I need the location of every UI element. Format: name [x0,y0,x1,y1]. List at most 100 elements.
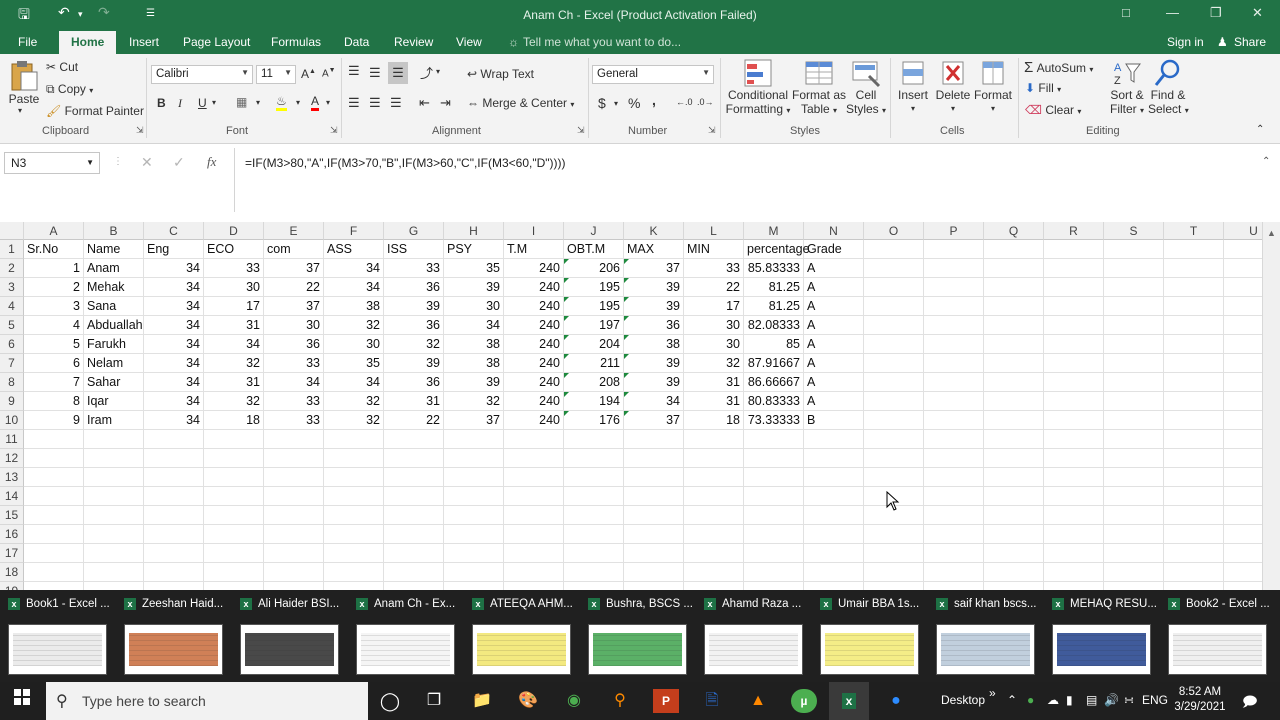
word-doc-icon[interactable]: 🗎 [699,689,725,713]
table-cell[interactable]: 34 [144,316,204,335]
empty-cell[interactable] [384,525,444,544]
empty-cell[interactable] [684,449,744,468]
row-header-4[interactable]: 4 [0,297,24,316]
table-cell[interactable]: 32 [204,392,264,411]
header-cell[interactable]: Sr.No [24,240,84,259]
empty-cell[interactable] [24,468,84,487]
clock[interactable]: 8:52 AM 3/29/2021 [1170,685,1230,715]
empty-cell[interactable] [384,468,444,487]
copy-button[interactable]: ⧉ Copy ▾ [46,82,93,97]
table-cell[interactable]: 240 [504,354,564,373]
table-cell[interactable]: 81.25 [744,297,804,316]
fill-color-icon[interactable]: ♨ [276,94,287,111]
powerpoint-icon[interactable]: P [653,689,679,713]
table-cell[interactable]: 206 [564,259,624,278]
row-header-2[interactable]: 2 [0,259,24,278]
format-painter-button[interactable]: 🖌 Format Painter [46,104,144,118]
table-cell[interactable]: 8 [24,392,84,411]
empty-cell[interactable] [564,544,624,563]
empty-cell[interactable] [924,487,984,506]
taskbar-thumbnail[interactable]: x MEHAQ RESU... [1044,590,1160,682]
italic-button[interactable]: I [178,96,182,111]
empty-cell[interactable] [864,582,924,590]
table-cell[interactable]: 211 [564,354,624,373]
tab-view[interactable]: View [456,35,482,49]
empty-cell[interactable] [504,582,564,590]
table-cell[interactable]: 34 [144,335,204,354]
taskbar-thumbnail[interactable]: x ATEEQA AHM... [464,590,580,682]
column-header-d[interactable]: D [204,222,264,240]
fill-color-dropdown-icon[interactable]: ▾ [296,98,300,107]
header-cell[interactable]: ECO [204,240,264,259]
empty-cell[interactable] [444,563,504,582]
empty-cell[interactable] [84,506,144,525]
empty-cell[interactable] [984,449,1044,468]
empty-cell[interactable] [84,468,144,487]
table-cell[interactable]: B [804,411,864,430]
empty-cell[interactable] [744,563,804,582]
empty-cell[interactable] [804,487,864,506]
empty-cell[interactable] [864,240,924,259]
header-cell[interactable]: OBT.M [564,240,624,259]
orientation-dropdown-icon[interactable]: ▾ [436,67,440,76]
table-cell[interactable]: 22 [684,278,744,297]
table-cell[interactable]: 3 [24,297,84,316]
empty-cell[interactable] [84,525,144,544]
empty-cell[interactable] [1044,449,1104,468]
table-cell[interactable]: 240 [504,297,564,316]
empty-cell[interactable] [984,487,1044,506]
tab-insert[interactable]: Insert [129,35,159,49]
empty-cell[interactable] [1044,278,1104,297]
row-header-19[interactable]: 19 [0,582,24,590]
empty-cell[interactable] [24,563,84,582]
table-cell[interactable]: 1 [24,259,84,278]
empty-cell[interactable] [984,278,1044,297]
table-cell[interactable]: 34 [324,373,384,392]
empty-cell[interactable] [864,430,924,449]
table-cell[interactable]: 240 [504,259,564,278]
empty-cell[interactable] [264,582,324,590]
zoom-icon[interactable]: ● [883,689,909,713]
empty-cell[interactable] [1044,525,1104,544]
table-cell[interactable]: 35 [324,354,384,373]
scroll-up-icon[interactable]: ▲ [1267,228,1276,238]
empty-cell[interactable] [1104,316,1164,335]
table-cell[interactable]: Mehak [84,278,144,297]
align-left-icon[interactable]: ☰ [348,95,360,111]
table-cell[interactable]: 194 [564,392,624,411]
tab-review[interactable]: Review [394,35,433,49]
table-cell[interactable]: 32 [204,354,264,373]
empty-cell[interactable] [504,525,564,544]
empty-cell[interactable] [744,430,804,449]
row-header-10[interactable]: 10 [0,411,24,430]
empty-cell[interactable] [804,449,864,468]
empty-cell[interactable] [684,544,744,563]
table-cell[interactable]: A [804,316,864,335]
onedrive-icon[interactable]: ☁ [1047,693,1059,707]
empty-cell[interactable] [924,468,984,487]
empty-cell[interactable] [864,297,924,316]
empty-cell[interactable] [684,487,744,506]
toolbar-overflow-icon[interactable]: » [989,686,996,700]
empty-cell[interactable] [204,449,264,468]
empty-cell[interactable] [624,449,684,468]
empty-cell[interactable] [744,525,804,544]
ribbon-display-icon[interactable]: □ [1122,5,1130,20]
empty-cell[interactable] [684,506,744,525]
table-cell[interactable]: Anam [84,259,144,278]
column-header-a[interactable]: A [24,222,84,240]
empty-cell[interactable] [1044,563,1104,582]
empty-cell[interactable] [804,544,864,563]
empty-cell[interactable] [204,525,264,544]
empty-cell[interactable] [564,525,624,544]
empty-cell[interactable] [864,525,924,544]
worksheet-grid[interactable]: A B C D E F G H I J K L M N O P Q R S T U 1 Sr.No Name Eng ECO com… [0,222,1280,590]
column-header-g[interactable]: G [384,222,444,240]
header-cell[interactable]: ASS [324,240,384,259]
tab-file[interactable]: File [18,35,37,49]
column-header-k[interactable]: K [624,222,684,240]
empty-cell[interactable] [504,468,564,487]
empty-cell[interactable] [984,506,1044,525]
table-cell[interactable]: Iram [84,411,144,430]
empty-cell[interactable] [924,354,984,373]
